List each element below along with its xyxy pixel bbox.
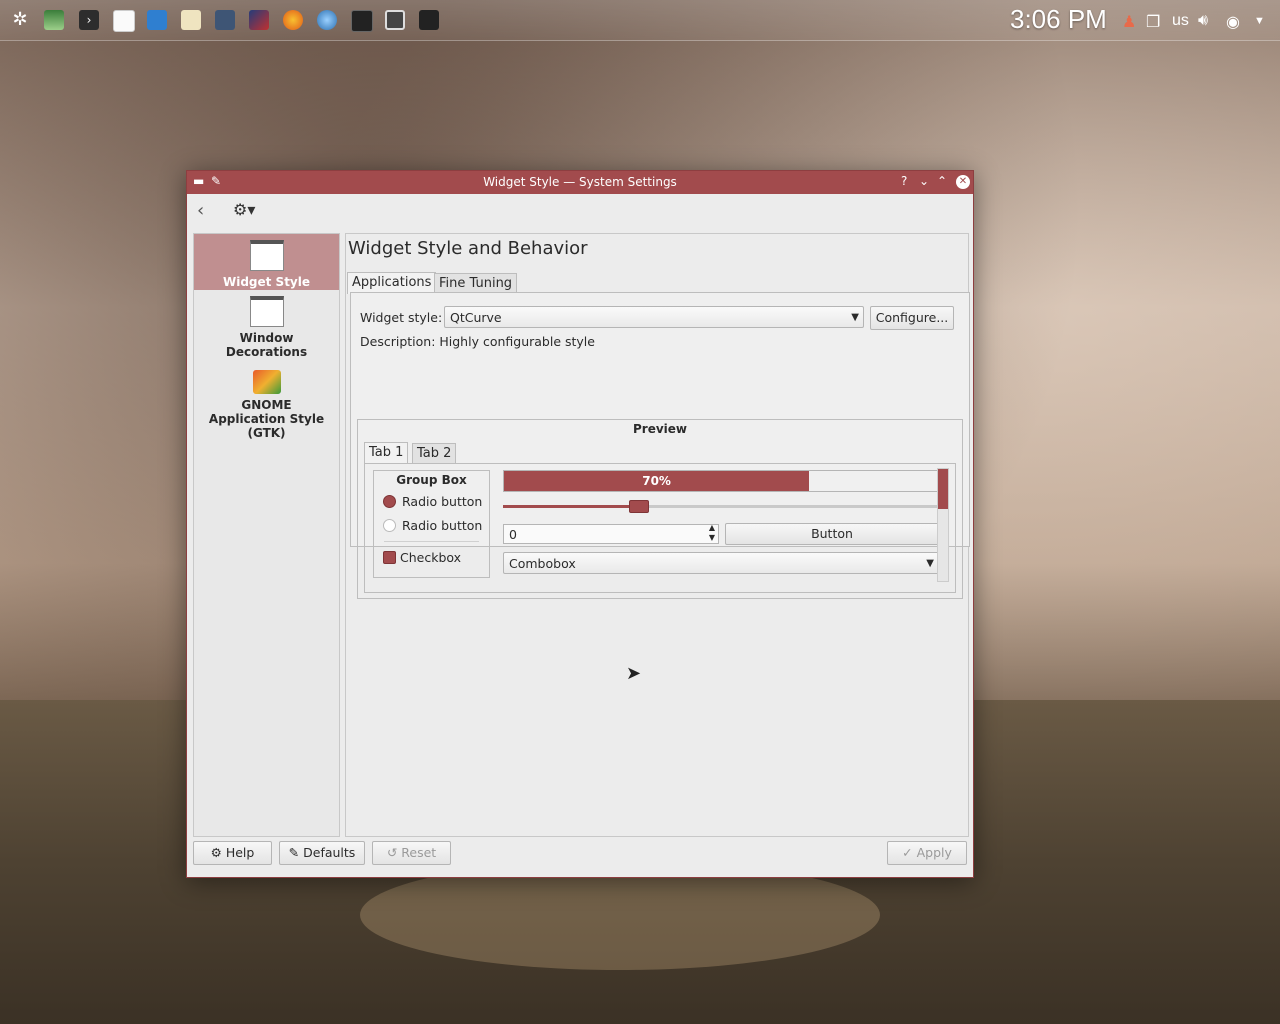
clock[interactable]: 3:06 PM bbox=[1010, 4, 1107, 35]
keyboard-layout[interactable]: us bbox=[1172, 12, 1189, 30]
sidebar: Widget Style Window Decorations GNOME Ap… bbox=[193, 233, 340, 837]
progress-fill: 70% bbox=[504, 471, 810, 491]
back-arrow-icon[interactable]: ‹ bbox=[197, 200, 204, 221]
help-icon: ⚙ bbox=[210, 845, 226, 860]
window-title: Widget Style — System Settings bbox=[483, 175, 677, 189]
scrollbar-thumb[interactable] bbox=[938, 469, 948, 509]
media-player-icon[interactable] bbox=[351, 10, 373, 32]
text-editor-icon[interactable] bbox=[113, 10, 135, 32]
minimize-button[interactable]: ⌄ bbox=[919, 174, 929, 188]
help-button[interactable]: ⚙ Help bbox=[193, 841, 272, 865]
divider bbox=[384, 541, 479, 542]
chevron-down-icon: ▼ bbox=[926, 558, 934, 569]
sidebar-item-window-decorations[interactable]: Window Decorations bbox=[194, 294, 339, 359]
titlebar[interactable]: ▬ ✎ Widget Style — System Settings ? ⌄ ⌃… bbox=[187, 171, 973, 194]
toolbar: ‹ ⚙▾ bbox=[187, 194, 973, 228]
sidebar-item-widget-style[interactable]: Widget Style bbox=[194, 234, 339, 290]
sidebar-item-label: Widget Style bbox=[222, 275, 311, 289]
terminal-icon[interactable]: › bbox=[79, 10, 99, 30]
preview-title: Preview bbox=[632, 422, 687, 436]
widget-style-value: QtCurve bbox=[450, 310, 502, 325]
checkbox[interactable] bbox=[383, 551, 396, 564]
page-title: Widget Style and Behavior bbox=[348, 238, 588, 259]
maximize-button[interactable]: ⌃ bbox=[937, 174, 947, 188]
display-icon[interactable] bbox=[385, 10, 405, 30]
vertical-scrollbar[interactable] bbox=[937, 468, 949, 582]
system-settings-window: ▬ ✎ Widget Style — System Settings ? ⌄ ⌃… bbox=[186, 170, 974, 878]
spin-value: 0 bbox=[509, 527, 517, 542]
radio-button-2[interactable] bbox=[383, 519, 396, 532]
preview-button[interactable]: Button bbox=[725, 523, 939, 545]
main-content: Widget Style and Behavior Applications F… bbox=[345, 233, 970, 837]
combobox-value: Combobox bbox=[509, 556, 576, 571]
configure-menu-icon[interactable]: ⚙▾ bbox=[233, 200, 255, 219]
defaults-button-label: Defaults bbox=[303, 845, 356, 860]
defaults-button[interactable]: ✎ Defaults bbox=[279, 841, 365, 865]
mail-icon[interactable] bbox=[147, 10, 167, 30]
sidebar-item-label: Window Decorations bbox=[225, 331, 308, 359]
notes-icon[interactable] bbox=[181, 10, 201, 30]
globe-icon[interactable]: ◉ bbox=[1226, 12, 1240, 32]
chevron-down-icon[interactable]: ▼ bbox=[1254, 15, 1265, 27]
mouse-cursor-icon: ➤ bbox=[626, 663, 642, 684]
widget-style-icon bbox=[249, 240, 284, 271]
preview-tab-1[interactable]: Tab 1 bbox=[364, 442, 409, 464]
help-button-label: Help bbox=[225, 845, 255, 860]
gtk-icon bbox=[252, 370, 281, 394]
chevron-down-icon: ▼ bbox=[851, 312, 859, 323]
preview-combobox[interactable]: Combobox ▼ bbox=[503, 552, 939, 574]
window-decorations-icon bbox=[249, 296, 284, 327]
radio-button-1[interactable] bbox=[383, 495, 396, 508]
system-monitor-icon[interactable] bbox=[44, 10, 64, 30]
radio-label-2: Radio button bbox=[402, 518, 483, 533]
configure-button[interactable]: Configure... bbox=[870, 306, 954, 330]
group-box: Group Box Radio button Radio button Chec… bbox=[373, 470, 490, 578]
applications-panel: Widget style: QtCurve ▼ Configure... Des… bbox=[350, 292, 970, 599]
reset-button[interactable]: ↺ Reset bbox=[372, 841, 451, 865]
spin-arrows-icon[interactable]: ▲ ▼ bbox=[709, 523, 715, 543]
apply-button-label: Apply bbox=[916, 845, 952, 860]
radio-label-1: Radio button bbox=[402, 494, 483, 509]
widget-style-combobox[interactable]: QtCurve ▼ bbox=[444, 306, 864, 328]
group-box-title: Group Box bbox=[396, 473, 467, 487]
firefox-icon[interactable] bbox=[283, 10, 303, 30]
sidebar-item-gtk-style[interactable]: GNOME Application Style (GTK) bbox=[194, 368, 339, 444]
user-icon[interactable]: ♟ bbox=[1122, 12, 1136, 32]
network-icon[interactable] bbox=[317, 10, 337, 30]
volume-icon[interactable]: 🔊︎ bbox=[1198, 12, 1208, 30]
slider-handle[interactable] bbox=[629, 500, 650, 513]
reset-button-label: Reset bbox=[401, 845, 437, 860]
progress-bar: 70% bbox=[503, 470, 941, 492]
slider[interactable] bbox=[503, 500, 939, 513]
preview-tab-content: Group Box Radio button Radio button Chec… bbox=[364, 463, 956, 593]
clipboard-icon[interactable]: ❐ bbox=[1146, 12, 1160, 32]
checkbox-label: Checkbox bbox=[400, 550, 462, 565]
tab-fine-tuning[interactable]: Fine Tuning bbox=[434, 273, 518, 294]
spin-box[interactable]: 0 ▲ ▼ bbox=[503, 523, 719, 544]
file-manager-icon[interactable] bbox=[215, 10, 235, 30]
kdevelop-icon[interactable] bbox=[249, 10, 269, 30]
check-icon: ✓ bbox=[902, 845, 917, 860]
tab-applications[interactable]: Applications bbox=[347, 272, 437, 294]
close-button[interactable]: ✕ bbox=[956, 175, 970, 189]
style-description: Description: Highly configurable style bbox=[360, 334, 595, 349]
reset-icon: ↺ bbox=[386, 845, 402, 860]
defaults-icon: ✎ bbox=[288, 845, 304, 860]
slider-fill bbox=[503, 505, 639, 508]
help-title-button[interactable]: ? bbox=[901, 174, 907, 188]
preview-tab-2[interactable]: Tab 2 bbox=[412, 443, 457, 464]
battery-icon[interactable] bbox=[419, 10, 439, 30]
widget-style-label: Widget style: bbox=[360, 310, 443, 325]
kde-launcher-icon[interactable]: ✲ bbox=[10, 10, 30, 30]
sidebar-item-label: GNOME Application Style (GTK) bbox=[208, 398, 325, 440]
preview-box: Preview Tab 1 Tab 2 Group Box Radio butt… bbox=[357, 419, 963, 599]
taskbar: ✲ › 3:06 PM ♟ ❐ us 🔊︎ ◉ ▼ bbox=[0, 0, 1280, 41]
apply-button[interactable]: ✓ Apply bbox=[887, 841, 967, 865]
